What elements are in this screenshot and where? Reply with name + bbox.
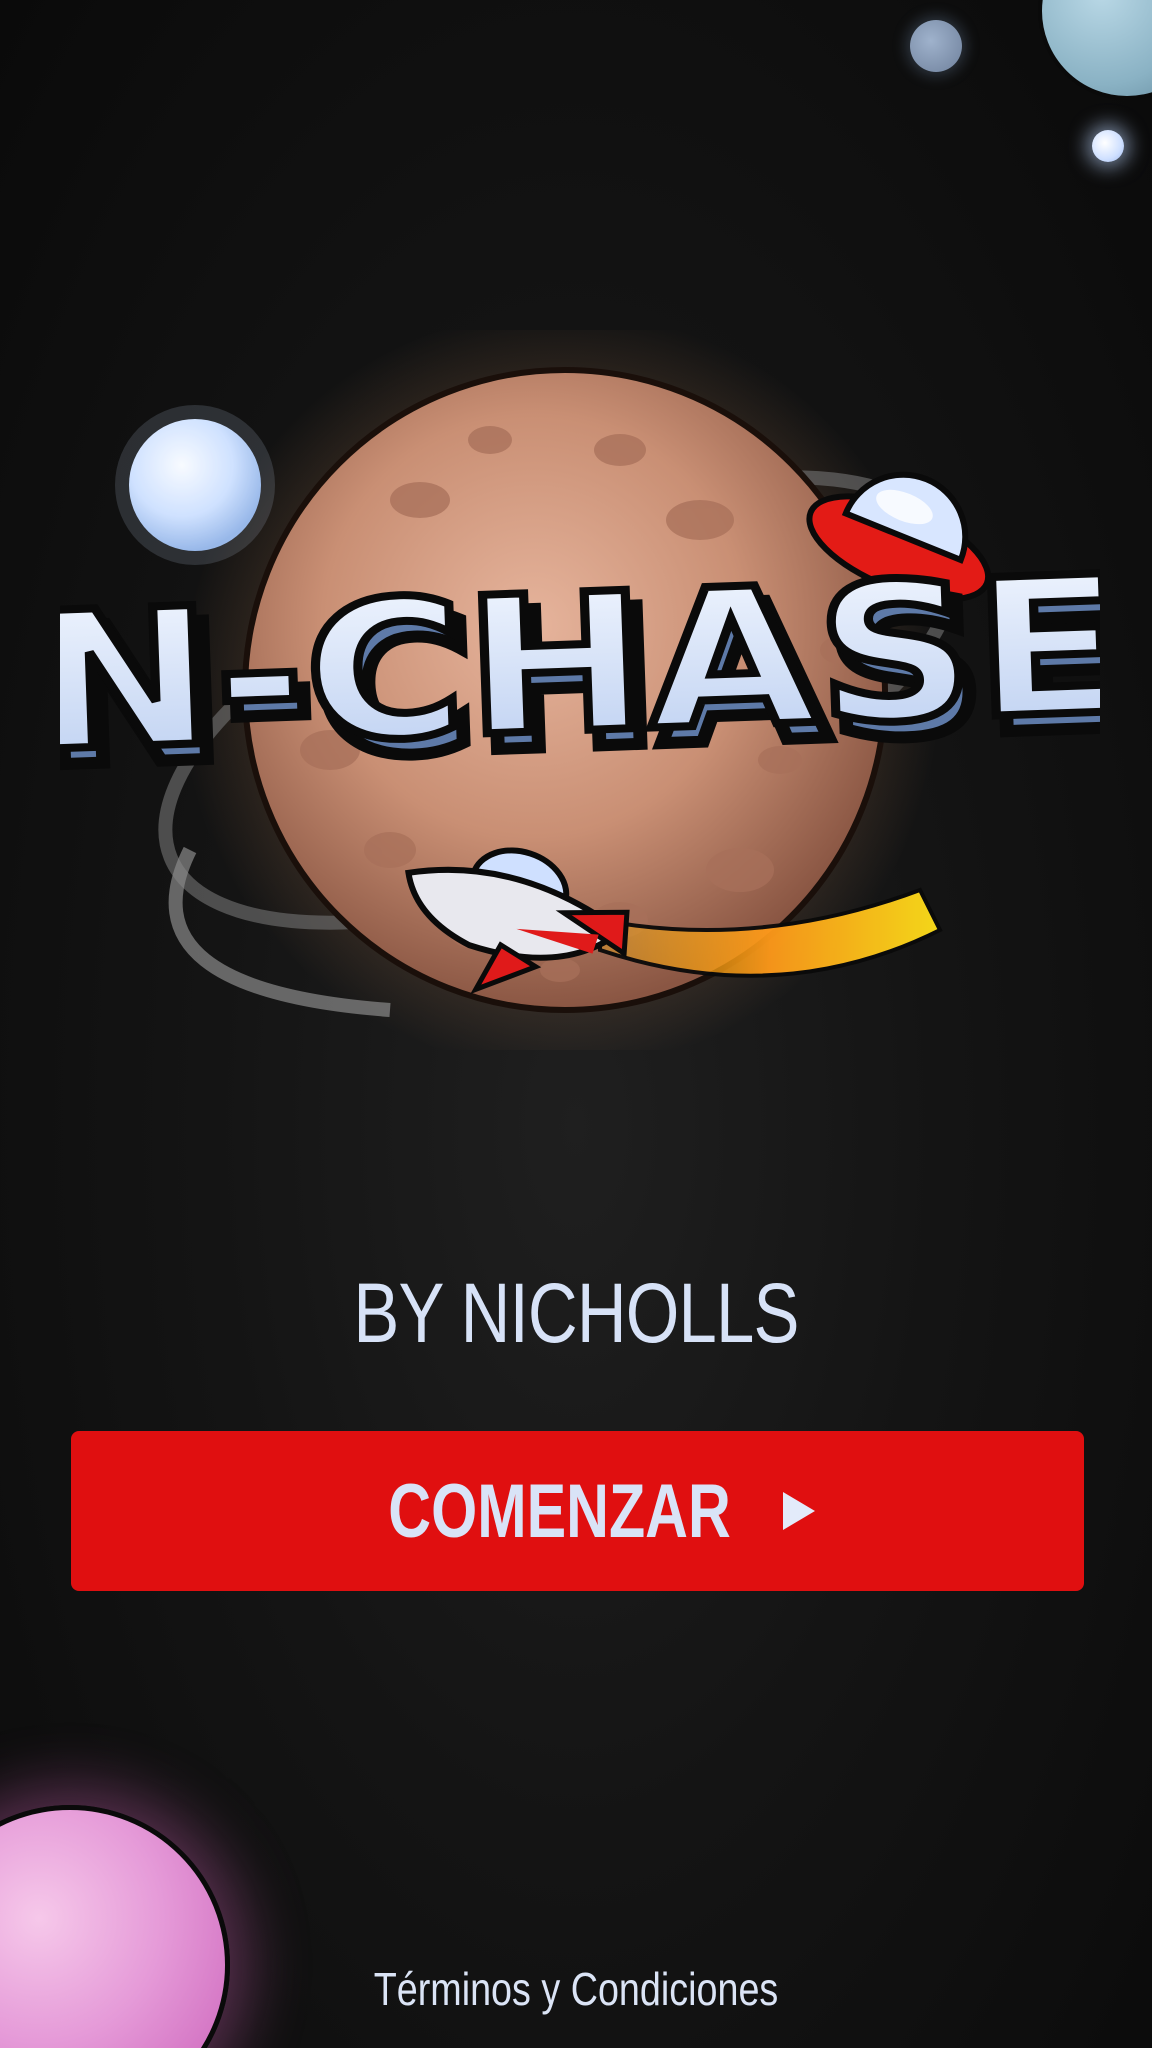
- small-moon-decoration: [910, 20, 962, 72]
- start-button-label: COMENZAR: [388, 1468, 731, 1554]
- play-icon: [783, 1492, 816, 1530]
- logo-text: ION-CHASER!: [60, 526, 1100, 804]
- terms-and-conditions-link[interactable]: Términos y Condiciones: [104, 1962, 1049, 2016]
- blue-planet-decoration: [1038, 0, 1152, 100]
- start-button[interactable]: COMENZAR: [71, 1431, 1084, 1591]
- glowing-star-decoration: [1092, 130, 1124, 162]
- title-screen: ION-CHASER! ION-CHASER! BY NICHOLLS COME…: [0, 0, 1152, 2048]
- game-logo: ION-CHASER! ION-CHASER!: [60, 330, 1100, 1050]
- developer-byline: BY NICHOLLS: [353, 1266, 799, 1360]
